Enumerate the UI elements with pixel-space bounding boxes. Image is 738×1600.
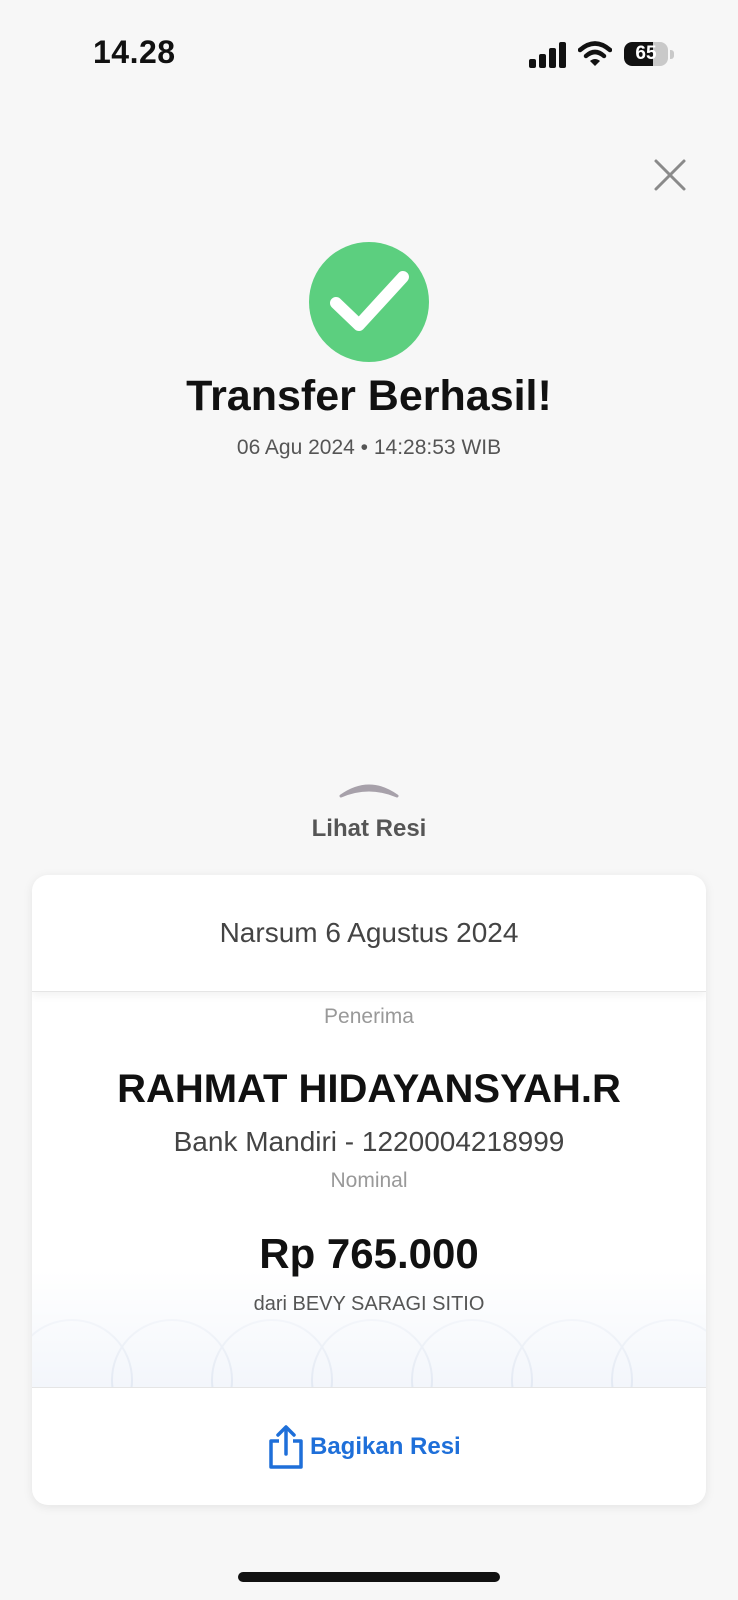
recipient-name: RAHMAT HIDAYANSYAH.R [117, 1067, 621, 1111]
battery-body: 65 [624, 42, 668, 66]
share-receipt-label: Bagikan Resi [310, 1433, 461, 1460]
receipt-card: Narsum 6 Agustus 2024 Penerima RAHMAT HI… [32, 875, 706, 1505]
battery-icon: 65 [624, 40, 674, 68]
battery-level: 65 [635, 43, 657, 64]
share-receipt-button[interactable]: Bagikan Resi [268, 1424, 461, 1470]
checkmark-icon [330, 271, 409, 331]
close-icon[interactable] [650, 155, 690, 195]
signal-icon [529, 42, 566, 68]
transfer-amount: Rp 765.000 [259, 1230, 479, 1277]
page-title: Transfer Berhasil! [186, 372, 552, 420]
background-pattern [32, 1270, 706, 1387]
check-circle-icon [309, 242, 429, 362]
receipt-header: Narsum 6 Agustus 2024 [32, 875, 706, 992]
recipient-label: Penerima [324, 1005, 414, 1028]
share-icon [269, 1425, 303, 1469]
view-receipt-toggle[interactable]: Lihat Resi [0, 815, 738, 843]
transfer-note: Narsum 6 Agustus 2024 [219, 917, 519, 948]
transfer-datetime: 06 Agu 2024 • 14:28:53 WIB [236, 436, 502, 459]
amount-label: Nominal [330, 1169, 408, 1192]
sender-name: dari BEVY SARAGI SITIO [253, 1293, 485, 1315]
recipient-bank-account: Bank Mandiri - 1220004218999 [173, 1126, 565, 1157]
battery-cap [670, 50, 674, 59]
home-indicator[interactable] [238, 1572, 500, 1582]
chevron-up-icon[interactable] [337, 778, 401, 800]
status-bar: 14.28 65 [0, 0, 738, 110]
receipt-footer: Bagikan Resi [32, 1387, 706, 1505]
status-time: 14.28 [93, 34, 176, 70]
wifi-icon [578, 41, 612, 66]
